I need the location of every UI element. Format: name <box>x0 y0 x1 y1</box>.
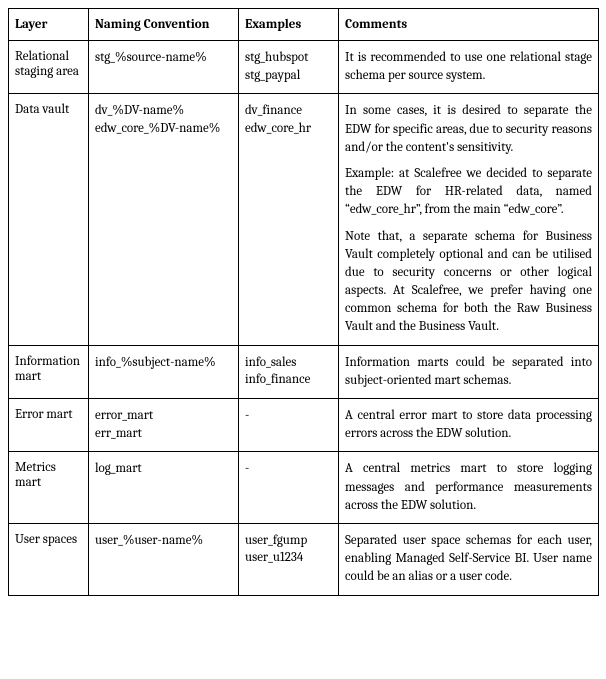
comments-paragraph: Example: at Scalefree we decided to sepa… <box>345 165 592 220</box>
cell-examples: info_sales info_finance <box>239 345 339 398</box>
comments-paragraph: In some cases, it is desired to separate… <box>345 102 592 157</box>
cell-naming: dv_%DV-name% edw_core_%DV-name% <box>89 94 239 345</box>
cell-examples: user_fgump user_u1234 <box>239 523 339 595</box>
col-header-examples: Examples <box>239 9 339 41</box>
cell-naming: user_%user-name% <box>89 523 239 595</box>
comments-paragraph: Separated user space schemas for each us… <box>345 532 592 587</box>
cell-comments: It is recommended to use one relational … <box>339 41 599 94</box>
cell-comments: A central metrics mart to store logging … <box>339 452 599 524</box>
cell-examples: - <box>239 399 339 452</box>
cell-naming: info_%subject-name% <box>89 345 239 398</box>
cell-layer: Metrics mart <box>9 452 89 524</box>
cell-layer: Information mart <box>9 345 89 398</box>
cell-comments: A central error mart to store data proce… <box>339 399 599 452</box>
cell-comments: In some cases, it is desired to separate… <box>339 94 599 345</box>
table-header-row: Layer Naming Convention Examples Comment… <box>9 9 599 41</box>
comments-paragraph: A central error mart to store data proce… <box>345 407 592 443</box>
cell-naming: log_mart <box>89 452 239 524</box>
comments-paragraph: Note that, a separate schema for Busines… <box>345 228 592 337</box>
col-header-naming: Naming Convention <box>89 9 239 41</box>
cell-examples: dv_finance edw_core_hr <box>239 94 339 345</box>
comments-paragraph: A central metrics mart to store logging … <box>345 460 592 515</box>
cell-comments: Separated user space schemas for each us… <box>339 523 599 595</box>
cell-layer: Relational staging area <box>9 41 89 94</box>
table-row: Error marterror_mart err_mart-A central … <box>9 399 599 452</box>
table-row: Metrics martlog_mart-A central metrics m… <box>9 452 599 524</box>
table-row: Data vaultdv_%DV-name% edw_core_%DV-name… <box>9 94 599 345</box>
table-body: Relational staging areastg_%source-name%… <box>9 41 599 596</box>
comments-paragraph: Information marts could be separated int… <box>345 354 592 390</box>
cell-naming: stg_%source-name% <box>89 41 239 94</box>
cell-layer: Error mart <box>9 399 89 452</box>
cell-comments: Information marts could be separated int… <box>339 345 599 398</box>
cell-naming: error_mart err_mart <box>89 399 239 452</box>
table-row: Relational staging areastg_%source-name%… <box>9 41 599 94</box>
comments-paragraph: It is recommended to use one relational … <box>345 49 592 85</box>
cell-examples: - <box>239 452 339 524</box>
table-row: User spacesuser_%user-name%user_fgump us… <box>9 523 599 595</box>
cell-layer: User spaces <box>9 523 89 595</box>
table-row: Information martinfo_%subject-name%info_… <box>9 345 599 398</box>
col-header-layer: Layer <box>9 9 89 41</box>
naming-convention-table: Layer Naming Convention Examples Comment… <box>8 8 599 596</box>
cell-examples: stg_hubspot stg_paypal <box>239 41 339 94</box>
col-header-comments: Comments <box>339 9 599 41</box>
cell-layer: Data vault <box>9 94 89 345</box>
